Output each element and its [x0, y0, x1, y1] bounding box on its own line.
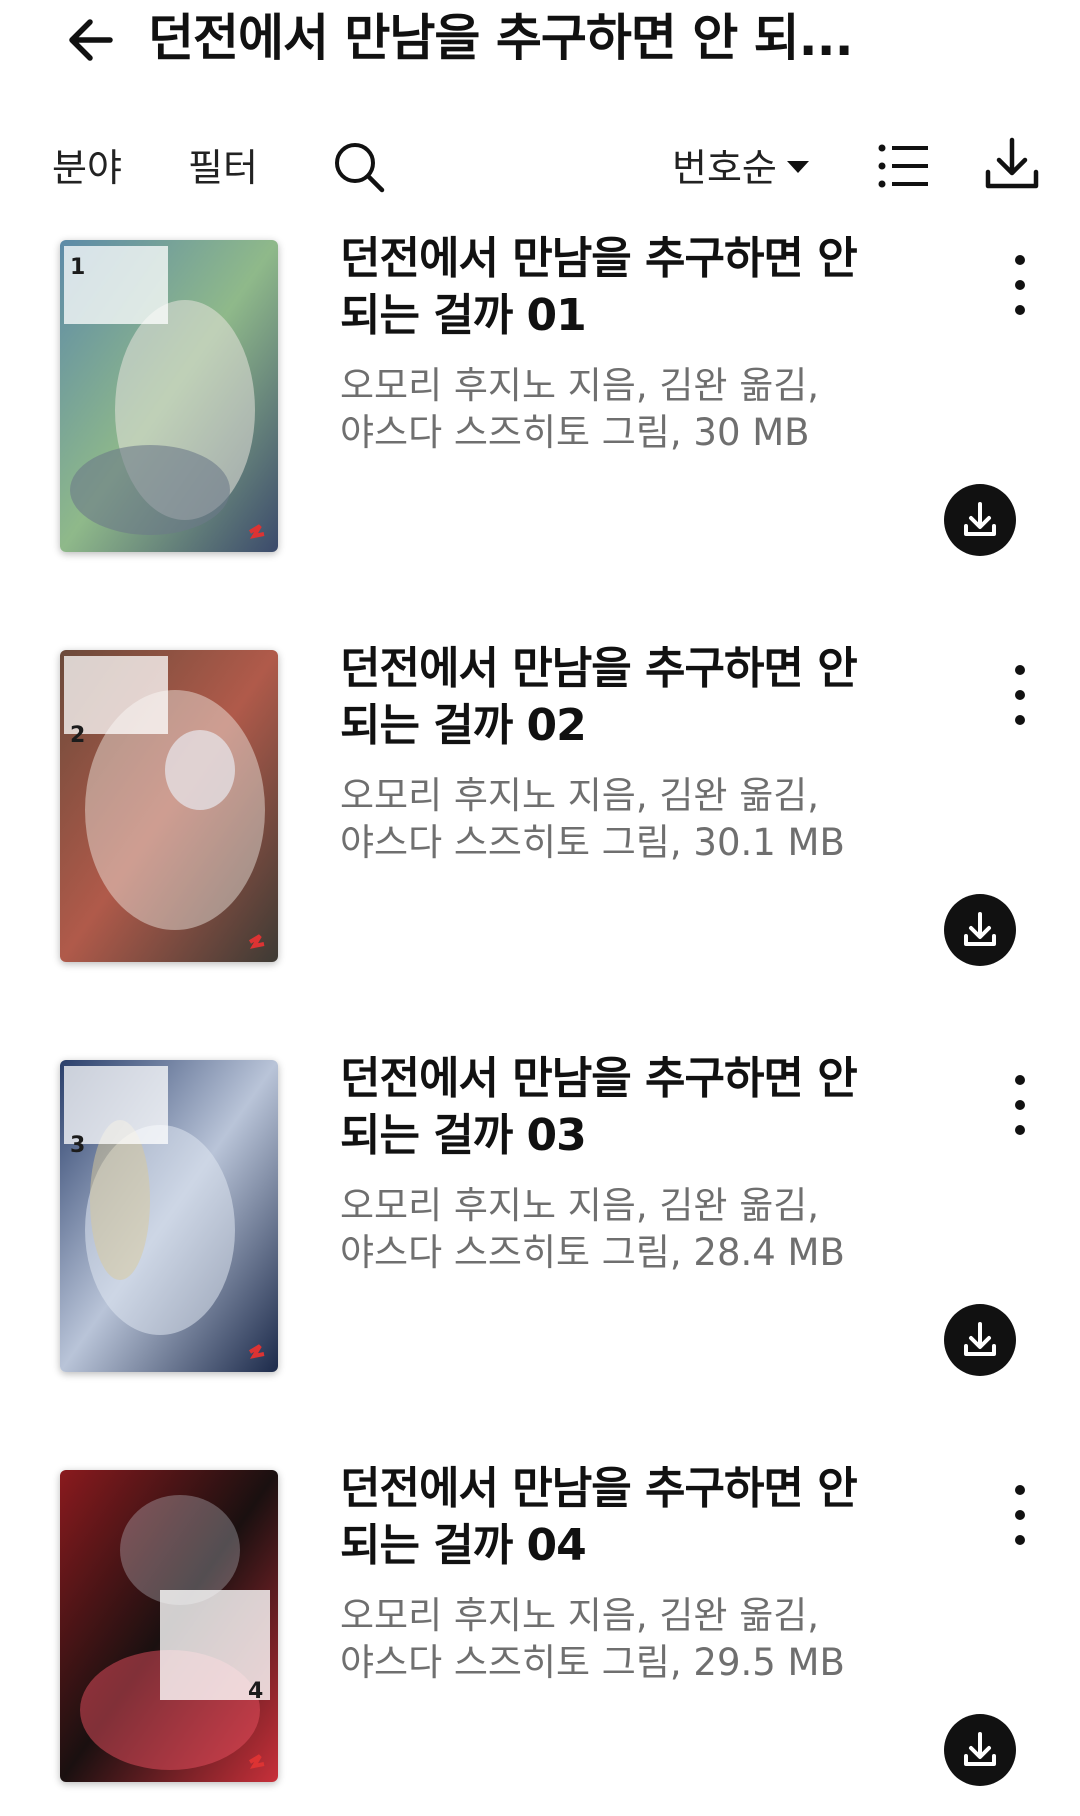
sort-label: 번호순: [672, 146, 777, 190]
filter-button[interactable]: 필터: [188, 144, 258, 192]
book-title-line: 되는 걸까 03: [340, 1110, 587, 1161]
book-illustrator-size: 야스다 스즈히토 그림, 28.4 MB: [340, 1231, 845, 1274]
cover-number: 2: [70, 723, 85, 748]
caret-down-icon: [786, 160, 809, 173]
book-authors: 오모리 후지노 지음, 김완 옮김,: [340, 1594, 820, 1637]
book-item[interactable]: 4 던전에서 만남을 추구하면 안 되는 걸까 04 오모리 후지노 지음, 김…: [0, 1463, 1080, 1790]
more-options-button[interactable]: [1000, 660, 1040, 730]
book-meta: 오모리 후지노 지음, 김완 옮김, 야스다 스즈히토 그림, 30 MB: [340, 362, 900, 456]
cover-number: 4: [248, 1679, 263, 1704]
list-view-icon: [878, 144, 928, 188]
more-vertical-icon: [1015, 1485, 1025, 1545]
toolbar: 분야 필터 번호순: [0, 128, 1080, 208]
download-button[interactable]: [944, 1304, 1016, 1376]
app-header: 던전에서 만남을 추구하면 안 되...: [0, 0, 1080, 100]
download-button[interactable]: [944, 1714, 1016, 1786]
back-button[interactable]: [60, 8, 124, 72]
book-illustrator-size: 야스다 스즈히토 그림, 30 MB: [340, 411, 810, 454]
more-options-button[interactable]: [1000, 1480, 1040, 1550]
book-title-line: 던전에서 만남을 추구하면 안: [340, 233, 858, 284]
book-illustrator-size: 야스다 스즈히토 그림, 29.5 MB: [340, 1641, 845, 1684]
book-authors: 오모리 후지노 지음, 김완 옮김,: [340, 774, 820, 817]
book-title: 던전에서 만남을 추구하면 안 되는 걸까 03: [340, 1050, 900, 1164]
page-title: 던전에서 만남을 추구하면 안 되...: [148, 9, 854, 67]
cover-title-text: 1: [70, 255, 85, 280]
book-cover[interactable]: 2: [60, 650, 278, 962]
search-icon: [335, 143, 385, 193]
book-item[interactable]: 1 던전에서 만남을 추구하면 안 되는 걸까 01 오모리 후지노 지음, 김…: [0, 233, 1080, 560]
book-meta: 오모리 후지노 지음, 김완 옮김, 야스다 스즈히토 그림, 29.5 MB: [340, 1592, 900, 1686]
download-icon: [964, 502, 996, 536]
more-options-button[interactable]: [1000, 250, 1040, 320]
download-icon: [964, 1732, 996, 1766]
download-all-button[interactable]: [982, 134, 1042, 198]
book-authors: 오모리 후지노 지음, 김완 옮김,: [340, 364, 820, 407]
book-title-line: 던전에서 만남을 추구하면 안: [340, 1463, 858, 1514]
download-icon: [985, 137, 1039, 189]
book-title-line: 되는 걸까 02: [340, 700, 587, 751]
book-title-line: 던전에서 만남을 추구하면 안: [340, 1053, 858, 1104]
book-title-line: 되는 걸까 01: [340, 290, 587, 341]
more-vertical-icon: [1015, 665, 1025, 725]
book-illustrator-size: 야스다 스즈히토 그림, 30.1 MB: [340, 821, 845, 864]
book-authors: 오모리 후지노 지음, 김완 옮김,: [340, 1184, 820, 1227]
book-title-line: 되는 걸까 04: [340, 1520, 587, 1571]
sort-dropdown[interactable]: 번호순: [672, 144, 809, 192]
book-cover[interactable]: 3: [60, 1060, 278, 1372]
book-title-line: 던전에서 만남을 추구하면 안: [340, 643, 858, 694]
category-button[interactable]: 분야: [52, 144, 122, 192]
book-cover[interactable]: 1: [60, 240, 278, 552]
more-options-button[interactable]: [1000, 1070, 1040, 1140]
list-view-button[interactable]: [876, 140, 932, 196]
more-vertical-icon: [1015, 1075, 1025, 1135]
download-button[interactable]: [944, 894, 1016, 966]
book-meta: 오모리 후지노 지음, 김완 옮김, 야스다 스즈히토 그림, 30.1 MB: [340, 772, 900, 866]
book-cover[interactable]: 4: [60, 1470, 278, 1782]
book-item[interactable]: 3 던전에서 만남을 추구하면 안 되는 걸까 03 오모리 후지노 지음, 김…: [0, 1053, 1080, 1380]
download-icon: [964, 912, 996, 946]
download-button[interactable]: [944, 484, 1016, 556]
more-vertical-icon: [1015, 255, 1025, 315]
search-button[interactable]: [330, 138, 388, 200]
book-meta: 오모리 후지노 지음, 김완 옮김, 야스다 스즈히토 그림, 28.4 MB: [340, 1182, 900, 1276]
book-title: 던전에서 만남을 추구하면 안 되는 걸까 04: [340, 1460, 900, 1574]
book-title: 던전에서 만남을 추구하면 안 되는 걸까 01: [340, 230, 900, 344]
arrow-left-icon: [69, 19, 113, 61]
download-icon: [964, 1322, 996, 1356]
book-title: 던전에서 만남을 추구하면 안 되는 걸까 02: [340, 640, 900, 754]
cover-number: 3: [70, 1133, 85, 1158]
book-item[interactable]: 2 던전에서 만남을 추구하면 안 되는 걸까 02 오모리 후지노 지음, 김…: [0, 643, 1080, 970]
